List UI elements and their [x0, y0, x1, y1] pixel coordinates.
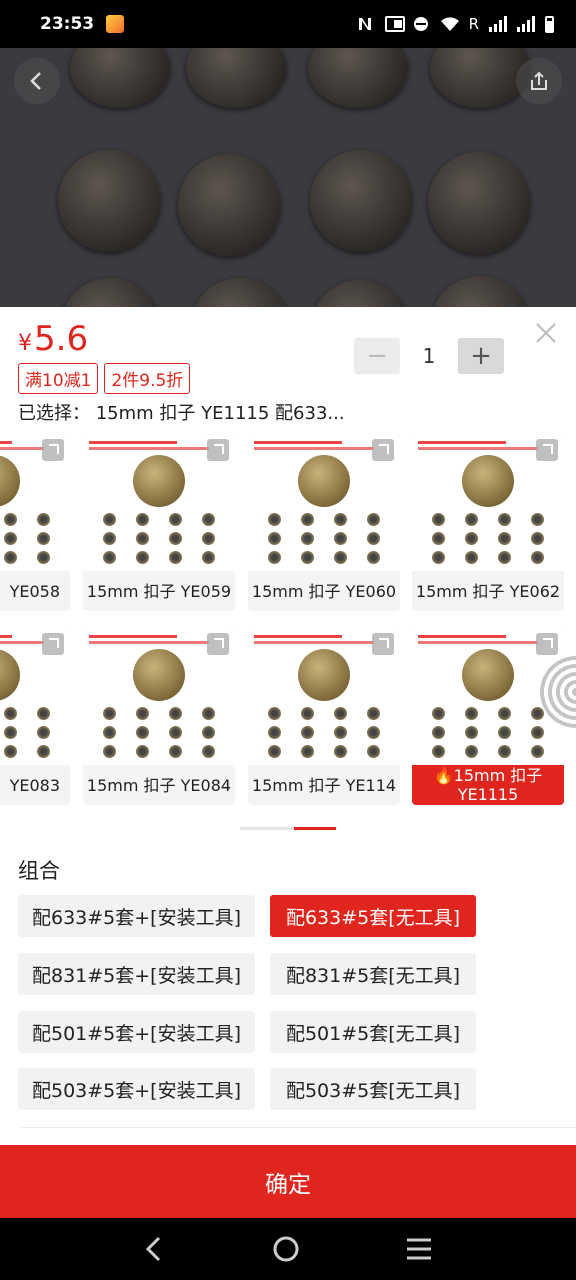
variant-label: 🔥15mm 扣子 YE1115 — [412, 765, 564, 805]
combo-option[interactable]: 配501#5套[无工具] — [270, 1011, 476, 1053]
expand-icon[interactable] — [536, 439, 558, 461]
wifi-icon — [440, 16, 459, 32]
nav-home-icon[interactable] — [272, 1235, 300, 1263]
share-button[interactable] — [516, 58, 562, 104]
app-notification-icon — [106, 15, 125, 33]
variant-label: 15mm 扣子 YE114 — [251, 775, 397, 795]
dnd-icon — [413, 16, 431, 32]
decrease-button[interactable]: − — [354, 338, 400, 374]
expand-icon[interactable] — [207, 439, 229, 461]
variant-card[interactable]: YE058 — [0, 433, 70, 611]
combo-option[interactable]: 配831#5套+[安装工具] — [18, 953, 255, 995]
product-hero-image — [0, 48, 576, 307]
system-nav-bar — [0, 1218, 576, 1280]
battery-icon — [545, 15, 554, 33]
combo-option[interactable]: 配501#5套+[安装工具] — [18, 1011, 255, 1053]
variant-card[interactable]: 15mm 扣子 YE060 — [248, 433, 400, 611]
roaming-letter: R — [468, 15, 479, 33]
app: 23:53 R ¥5.6 满10减1 2件9.5折 − 1 + 已选择： 15m… — [0, 0, 576, 1280]
expand-icon[interactable] — [536, 633, 558, 655]
selected-summary: 已选择： 15mm 扣子 YE1115 配633... — [18, 403, 345, 424]
signal-icon-1 — [489, 16, 507, 32]
quantity-value[interactable]: 1 — [400, 344, 458, 368]
signal-icon-2 — [517, 16, 535, 32]
expand-icon[interactable] — [372, 439, 394, 461]
promo-tags: 满10减1 2件9.5折 — [18, 363, 191, 394]
back-arrow-icon — [30, 72, 41, 90]
variant-label: 15mm 扣子 YE062 — [415, 581, 561, 601]
combo-option[interactable]: 配633#5套+[安装工具] — [18, 895, 255, 937]
expand-icon[interactable] — [42, 439, 64, 461]
combo-title: 组合 — [18, 859, 60, 883]
variant-card-selected[interactable]: 🔥15mm 扣子 YE1115 — [412, 627, 564, 805]
status-icons: R — [357, 15, 554, 33]
combo-option[interactable]: 配503#5套[无工具] — [270, 1068, 476, 1110]
divider — [18, 1127, 576, 1128]
combo-option[interactable]: 配503#5套+[安装工具] — [18, 1068, 255, 1110]
currency-symbol: ¥ — [18, 331, 32, 356]
variant-label: 15mm 扣子 YE059 — [86, 581, 232, 601]
sku-selector-sheet: ¥5.6 满10减1 2件9.5折 − 1 + 已选择： 15mm 扣子 YE1… — [0, 307, 576, 1145]
close-button[interactable] — [534, 321, 558, 345]
expand-icon[interactable] — [42, 633, 64, 655]
promo-tag: 2件9.5折 — [104, 363, 191, 394]
variant-card[interactable]: 15mm 扣子 YE114 — [248, 627, 400, 805]
variant-label-line1: 🔥15mm 扣子 — [433, 766, 543, 785]
price: ¥5.6 — [18, 319, 88, 359]
promo-tag: 满10减1 — [18, 363, 99, 394]
quantity-stepper: − 1 + — [354, 338, 504, 374]
price-amount: 5.6 — [34, 319, 89, 359]
nav-recent-icon[interactable] — [405, 1237, 433, 1261]
back-button[interactable] — [14, 58, 60, 104]
variant-grid: YE058 15mm 扣子 YE059 15mm 扣子 YE060 15mm 扣… — [0, 433, 576, 809]
expand-icon[interactable] — [372, 633, 394, 655]
cast-icon — [384, 16, 405, 32]
variant-label-line2: YE1115 — [457, 785, 519, 804]
combo-option-selected[interactable]: 配633#5套[无工具] — [270, 895, 476, 937]
nav-back-icon[interactable] — [143, 1235, 167, 1263]
combo-option[interactable]: 配831#5套[无工具] — [270, 953, 476, 995]
variant-label: 15mm 扣子 YE084 — [86, 775, 232, 795]
close-icon — [536, 323, 556, 343]
variant-card[interactable]: 15mm 扣子 YE062 — [412, 433, 564, 611]
variant-card[interactable]: 15mm 扣子 YE084 — [83, 627, 235, 805]
increase-button[interactable]: + — [458, 338, 504, 374]
share-icon — [531, 71, 547, 90]
variant-card[interactable]: YE083 — [0, 627, 70, 805]
nfc-icon — [357, 16, 375, 32]
expand-icon[interactable] — [207, 633, 229, 655]
variant-label: YE058 — [9, 581, 60, 601]
page-indicator-active — [294, 827, 336, 830]
variant-label: 15mm 扣子 YE060 — [251, 581, 397, 601]
status-time: 23:53 — [40, 14, 95, 34]
variant-card[interactable]: 15mm 扣子 YE059 — [83, 433, 235, 611]
variant-label: YE083 — [9, 775, 60, 795]
confirm-button[interactable]: 确定 — [0, 1145, 576, 1218]
status-bar: 23:53 R — [0, 0, 576, 48]
page-indicator — [240, 827, 336, 830]
